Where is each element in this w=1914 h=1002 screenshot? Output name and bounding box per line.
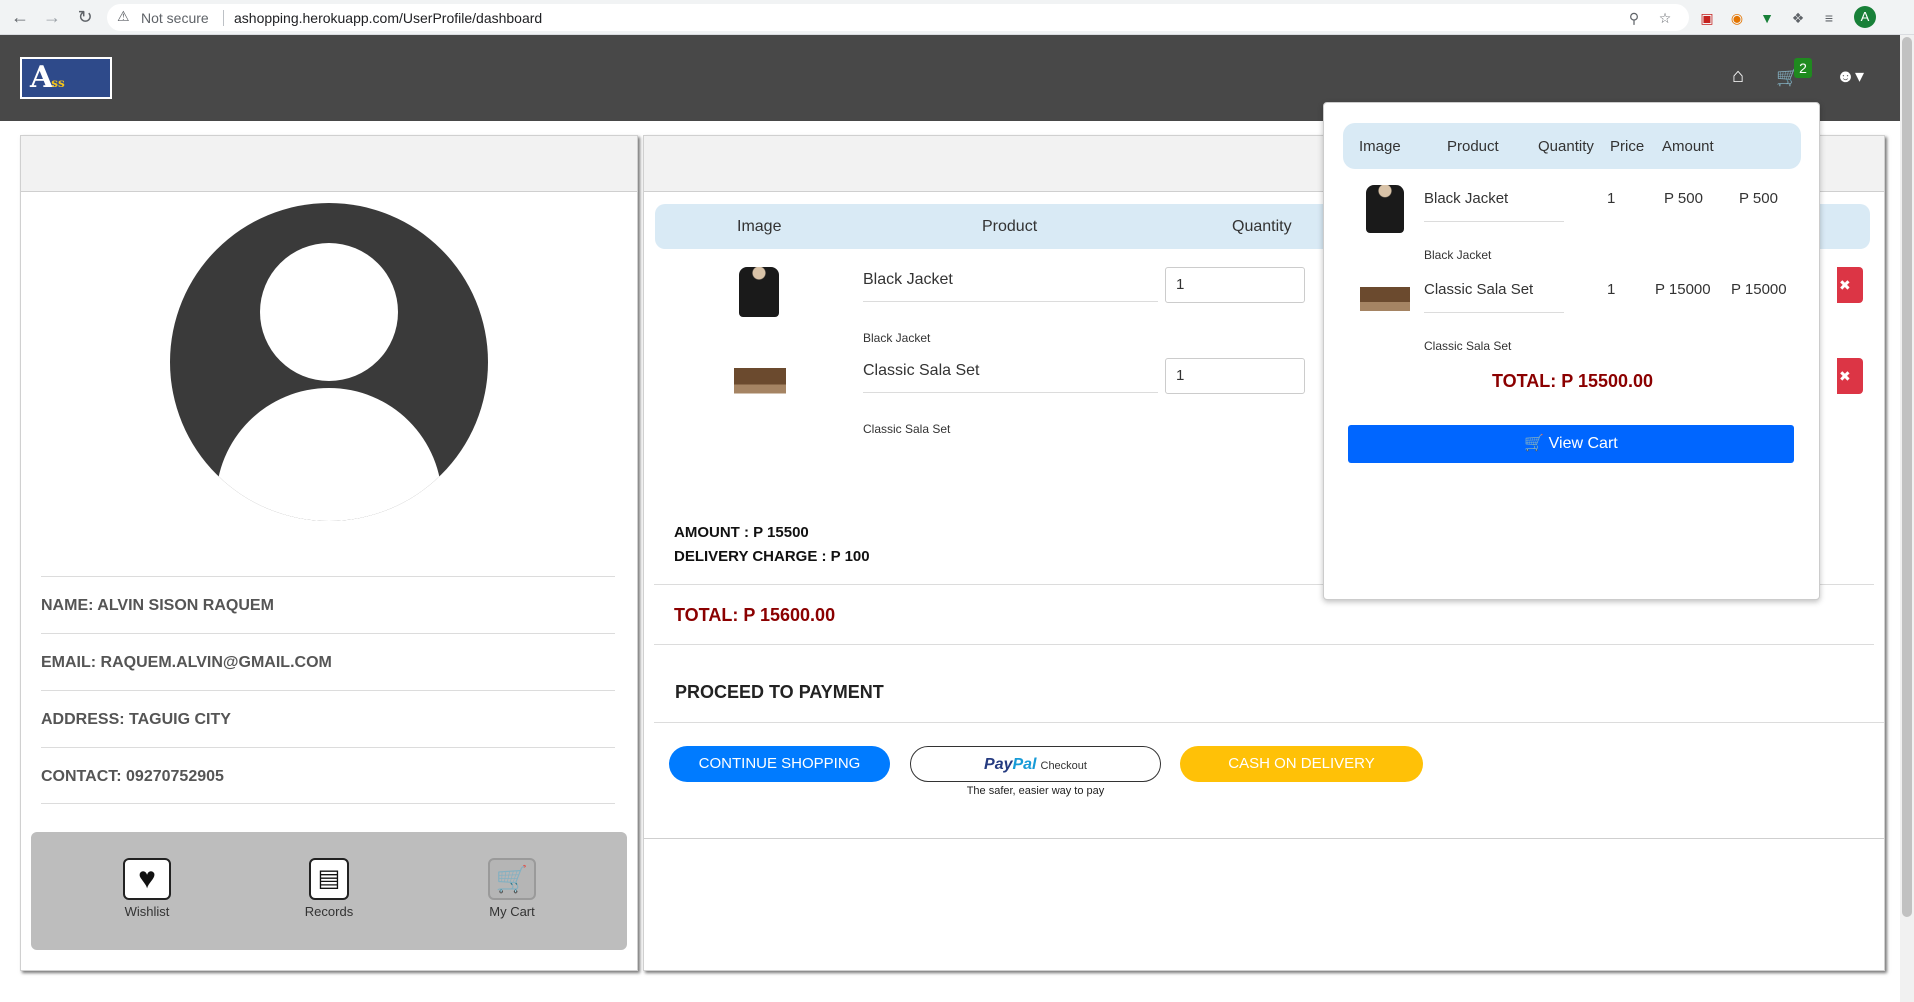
document-icon: ▤ [309, 858, 349, 900]
continue-shopping-button[interactable]: CONTINUE SHOPPING [669, 746, 890, 782]
classic-sala-set-image [1360, 278, 1410, 322]
proceed-heading: PROCEED TO PAYMENT [675, 682, 884, 702]
dd-item-quantity: 1 [1607, 190, 1616, 207]
paypal-logo-pal: Pal [1012, 756, 1037, 773]
user-avatar-icon [170, 203, 488, 521]
profile-email: EMAIL: RAQUEM.ALVIN@GMAIL.COM [41, 633, 615, 690]
dd-item-desc: Classic Sala Set [1424, 339, 1512, 353]
cart-dropdown: Image Product Quantity Price Amount Blac… [1323, 102, 1820, 600]
forward-arrow-icon[interactable]: → [40, 5, 64, 29]
delete-item-button[interactable]: ✖ [1837, 267, 1863, 303]
dd-item-desc: Black Jacket [1424, 248, 1492, 262]
dd-col-price: Price [1610, 138, 1645, 155]
address-divider [223, 10, 224, 26]
avatar-body-shape [216, 388, 442, 521]
star-icon[interactable]: ☆ [1655, 8, 1675, 28]
dd-col-image: Image [1359, 138, 1401, 155]
scrollbar-thumb[interactable] [1902, 37, 1912, 917]
cart-icon: 🛒 [1524, 435, 1545, 452]
avatar-head-shape [260, 243, 398, 381]
records-button[interactable]: ▤ Records [269, 858, 389, 919]
cart-item-name: Black Jacket [863, 271, 1158, 302]
reload-icon[interactable]: ↻ [73, 5, 97, 29]
site-logo[interactable]: Ass [20, 57, 112, 99]
cart-item-name: Classic Sala Set [863, 362, 1158, 393]
logo-sub: ss [51, 76, 65, 90]
black-jacket-image [739, 267, 779, 317]
reading-list-icon[interactable]: ≡ [1819, 8, 1839, 28]
cart-count-badge: 2 [1794, 58, 1812, 78]
dd-item-price: P 15000 [1655, 281, 1711, 298]
vue-extension-icon[interactable]: ▼ [1757, 8, 1777, 28]
logo-letter: A [30, 60, 53, 95]
profile-card-header [21, 136, 637, 192]
dropdown-table-header: Image Product Quantity Price Amount [1343, 123, 1801, 169]
profile-card: NAME: ALVIN SISON RAQUEM EMAIL: RAQUEM.A… [20, 135, 638, 971]
paypal-checkout-label: Checkout [1040, 760, 1087, 772]
view-cart-label: View Cart [1548, 435, 1618, 452]
quantity-input[interactable]: 1 [1165, 267, 1305, 303]
warning-icon: ⚠ [117, 8, 130, 24]
heart-icon: ♥ [123, 858, 171, 900]
my-cart-label: My Cart [489, 904, 535, 919]
cash-on-delivery-button[interactable]: CASH ON DELIVERY [1180, 746, 1423, 782]
dd-item-amount: P 500 [1739, 190, 1778, 207]
cart-item-desc: Black Jacket [863, 331, 931, 345]
paypal-logo-pay: Pay [984, 756, 1013, 773]
delivery-charge-line: DELIVERY CHARGE : P 100 [674, 548, 870, 565]
dd-item-amount: P 15000 [1731, 281, 1787, 298]
divider [654, 722, 1884, 723]
wishlist-button[interactable]: ♥ Wishlist [87, 858, 207, 919]
profile-contact: CONTACT: 09270752905 [41, 747, 615, 804]
color-extension-icon[interactable]: ◉ [1727, 8, 1747, 28]
puzzle-extension-icon[interactable]: ❖ [1788, 8, 1808, 28]
back-arrow-icon[interactable]: ← [8, 5, 32, 29]
view-cart-button[interactable]: 🛒 View Cart [1348, 425, 1794, 463]
security-label: Not secure [141, 10, 209, 26]
dd-col-amount: Amount [1662, 138, 1714, 155]
paypal-tagline: The safer, easier way to pay [966, 785, 1105, 797]
dd-col-quantity: Quantity [1538, 138, 1594, 155]
records-label: Records [304, 904, 354, 919]
browser-profile-avatar[interactable]: A [1854, 6, 1876, 28]
amount-line: AMOUNT : P 15500 [674, 524, 809, 541]
profile-name: NAME: ALVIN SISON RAQUEM [41, 576, 615, 633]
page-scrollbar[interactable] [1900, 35, 1914, 1002]
pocket-extension-icon[interactable]: ▣ [1697, 8, 1717, 28]
profile-address: ADDRESS: TAGUIG CITY [41, 690, 615, 747]
my-cart-button[interactable]: 🛒 My Cart [452, 858, 572, 919]
key-icon[interactable]: ⚲ [1624, 8, 1644, 28]
cart-total: TOTAL: P 15600.00 [674, 605, 836, 625]
url-text: ashopping.herokuapp.com/UserProfile/dash… [234, 10, 543, 26]
paypal-checkout-button[interactable]: PayPal Checkout [910, 746, 1161, 782]
browser-toolbar: ← → ↻ ⚠ Not secure ashopping.herokuapp.c… [0, 0, 1914, 35]
divider [654, 644, 1874, 645]
dd-col-product: Product [1447, 138, 1499, 155]
dd-item-price: P 500 [1664, 190, 1703, 207]
delete-item-button[interactable]: ✖ [1837, 358, 1863, 394]
col-image: Image [737, 218, 782, 235]
cart-card-footer-line [644, 838, 1884, 839]
col-quantity: Quantity [1232, 218, 1292, 235]
wishlist-label: Wishlist [124, 904, 170, 919]
black-jacket-image [1366, 185, 1404, 233]
classic-sala-set-image [734, 359, 786, 405]
user-menu-icon[interactable]: ☻▾ [1836, 66, 1864, 87]
profile-actions: ♥ Wishlist ▤ Records 🛒 My Cart [31, 832, 627, 950]
dropdown-total: TOTAL: P 15500.00 [1491, 371, 1654, 391]
col-product: Product [982, 218, 1038, 235]
quantity-input[interactable]: 1 [1165, 358, 1305, 394]
dd-item-name: Black Jacket [1424, 190, 1564, 222]
cart-plus-icon: 🛒 [488, 858, 536, 900]
address-bar[interactable]: ⚠ Not secure ashopping.herokuapp.com/Use… [107, 4, 1689, 31]
dd-item-name: Classic Sala Set [1424, 281, 1564, 313]
cart-item-desc: Classic Sala Set [863, 422, 951, 436]
dd-item-quantity: 1 [1607, 281, 1616, 298]
home-icon[interactable]: ⌂ [1732, 65, 1744, 88]
